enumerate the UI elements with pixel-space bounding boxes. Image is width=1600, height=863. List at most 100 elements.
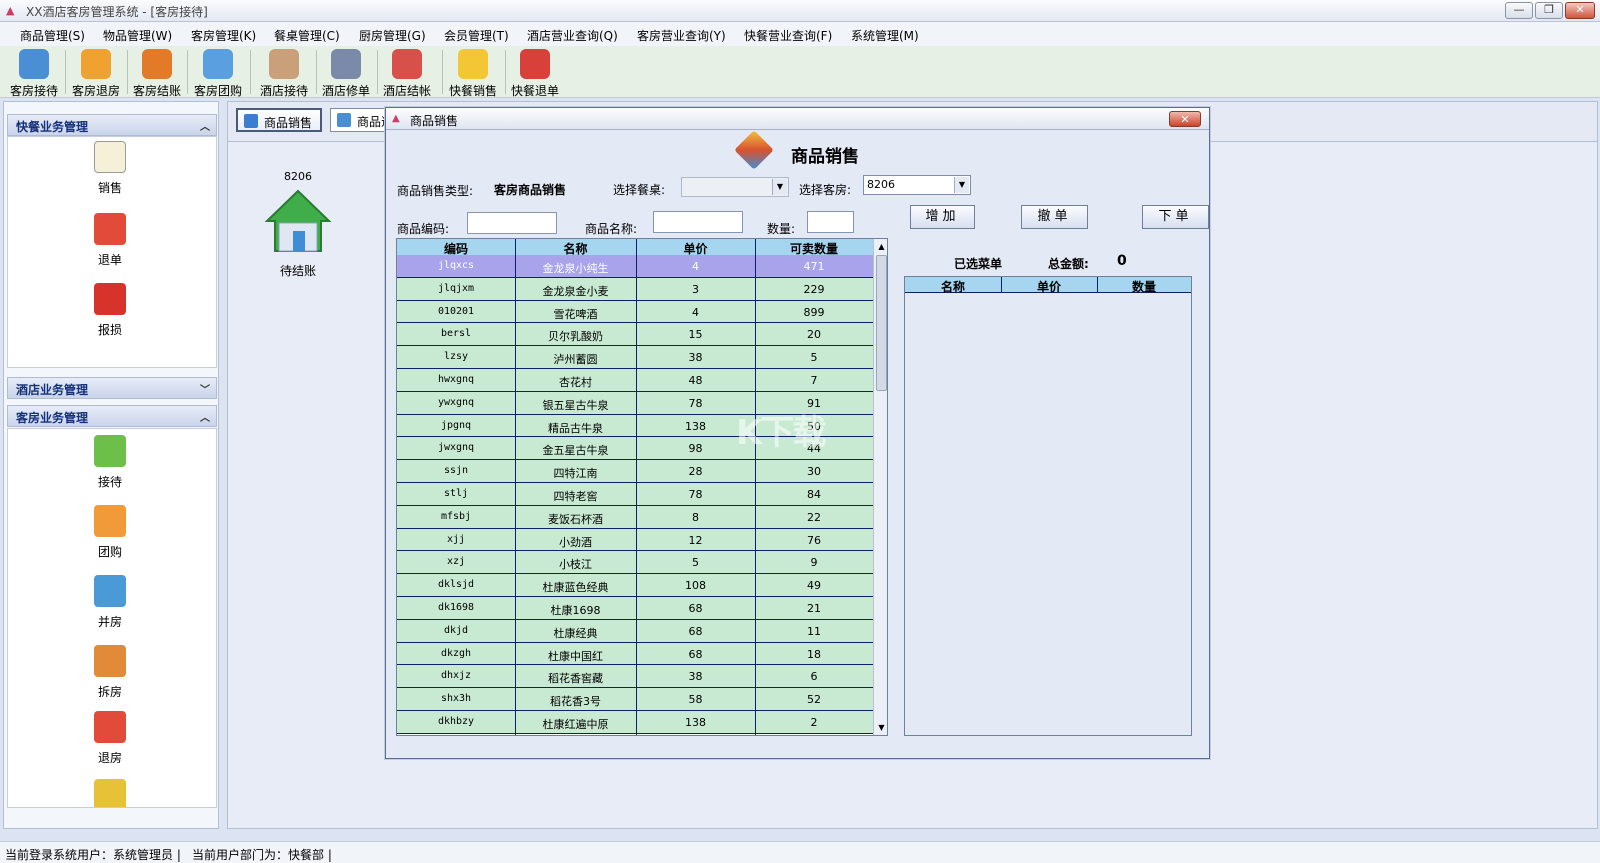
table-select[interactable]: ▼ <box>681 177 789 197</box>
menu-item-tables[interactable]: 餐桌管理(C) <box>274 27 340 44</box>
cell-name: 杏花村 <box>559 376 592 389</box>
table-row[interactable]: jlqjxm 金龙泉金小麦 3 229 <box>397 277 873 301</box>
table-row[interactable]: dklsjd 杜康蓝色经典 108 49 <box>397 574 873 597</box>
tab-goods-sale[interactable]: 商品销售 <box>236 108 323 132</box>
sidebar-item-checkin[interactable]: 接待 <box>70 435 150 490</box>
menu-item-room-query[interactable]: 客房营业查询(Y) <box>637 27 726 44</box>
sidebar-item-merge-room[interactable]: 并房 <box>70 575 150 630</box>
selected-table-header: 名称 单价 数量 <box>905 277 1191 295</box>
status-user: 当前登录系统用户：系统管理员 | <box>5 848 181 862</box>
room-tile[interactable]: 8206 待结账 <box>258 170 338 279</box>
cell-price: 48 <box>688 374 703 387</box>
table-row[interactable]: dk1698 杜康1698 68 21 <box>397 597 873 620</box>
menu-item-hotel-query[interactable]: 酒店营业查询(Q) <box>527 27 618 44</box>
minimize-button[interactable]: — <box>1505 2 1533 19</box>
menu-item-goods[interactable]: 商品管理(S) <box>20 27 85 44</box>
sidebar-item-loss[interactable]: 报损 <box>70 283 150 338</box>
add-button[interactable]: 增加 <box>910 205 975 229</box>
red-x-document-icon <box>94 711 126 743</box>
cell-name: 金龙泉小纯生 <box>542 262 609 275</box>
code-input[interactable] <box>467 212 557 234</box>
sidebar-item-split-room[interactable]: 拆房 <box>70 645 150 700</box>
cell-code: lzsy <box>443 351 469 363</box>
table-row[interactable]: ssjn 四特江南 28 30 <box>397 460 873 483</box>
app-icon: ▲ <box>6 4 15 17</box>
sidebar-item-checkout[interactable]: 退房 <box>70 711 150 766</box>
sidebar-item-sale[interactable]: 销售 <box>70 141 150 196</box>
room-select[interactable]: 8206 ▼ <box>863 175 971 195</box>
scroll-thumb[interactable] <box>876 255 887 391</box>
table-row[interactable]: bersl 贝尔乳酸奶 15 20 <box>397 323 873 347</box>
cell-name: 银五星古牛泉 <box>542 398 609 412</box>
toolbar-fastfood-return-button[interactable]: 快餐退单 <box>505 48 565 98</box>
table-row[interactable]: xzj 小枝江 5 9 <box>397 551 873 575</box>
restore-button[interactable]: ❐ <box>1535 2 1563 19</box>
sidebar-group-hotel[interactable]: 酒店业务管理 ﹀ <box>7 377 217 399</box>
cell-name: 四特江南 <box>553 467 598 481</box>
toolbar-room-checkout-button[interactable]: 客房退房 <box>66 48 126 98</box>
scroll-down-icon[interactable]: ▼ <box>875 721 887 734</box>
title-bar: ▲ XX酒店客房管理系统 - [客房接待] — ❐ ✕ <box>0 0 1600 22</box>
cell-available: 22 <box>807 510 821 524</box>
table-row[interactable]: 010201 雪花啤酒 4 899 <box>397 300 873 324</box>
sidebar-item-group-buy[interactable]: 团购 <box>70 505 150 560</box>
table-row[interactable]: stlj 四特老窖 78 84 <box>397 483 873 506</box>
menu-item-rooms[interactable]: 客房管理(K) <box>191 27 256 44</box>
table-row[interactable]: jlqxcs 金龙泉小纯生 4 471 <box>397 255 873 278</box>
menu-item-members[interactable]: 会员管理(T) <box>444 27 509 44</box>
dialog-close-button[interactable]: ✕ <box>1169 111 1201 127</box>
menu-item-system[interactable]: 系统管理(M) <box>851 27 919 44</box>
toolbar-room-group-button[interactable]: 客房团购 <box>188 48 248 98</box>
table-scrollbar[interactable]: ▲ ▼ <box>873 239 887 735</box>
cell-name: 小劲酒 <box>559 535 592 549</box>
toolbar-hotel-edit-button[interactable]: 酒店修单 <box>316 48 376 98</box>
cell-available: 30 <box>807 465 821 479</box>
toolbar-hotel-checkin-button[interactable]: 酒店接待 <box>254 48 314 98</box>
toolbar-hotel-settle-button[interactable]: 酒店结帐 <box>377 48 437 98</box>
table-row[interactable]: dkjd 杜康经典 68 11 <box>397 619 873 643</box>
sidebar-group-rooms[interactable]: 客房业务管理 ︿ <box>7 405 217 427</box>
cell-code: dk1698 <box>437 602 475 613</box>
table-row[interactable]: dkhbzy 杜康红遍中原 138 2 <box>397 711 873 734</box>
remove-button[interactable]: 撤单 <box>1021 205 1088 229</box>
toolbar-room-checkin-button[interactable]: 客房接待 <box>4 48 64 98</box>
cell-name: 杜康1698 <box>550 604 601 617</box>
cell-available: 84 <box>807 488 821 501</box>
toolbar-fastfood-sale-button[interactable]: 快餐销售 <box>443 48 503 98</box>
menu-item-kitchen[interactable]: 厨房管理(G) <box>359 27 426 44</box>
id-card-icon <box>269 49 299 79</box>
selected-column-price[interactable]: 单价 <box>1001 278 1097 295</box>
tab-return-icon <box>337 113 351 127</box>
cell-name: 稻花香3号 <box>550 695 601 709</box>
toolbar-room-settle-button[interactable]: 客房结账 <box>127 48 187 98</box>
dialog-header: 商品销售 <box>386 130 1209 172</box>
table-row[interactable]: lzsy 泸州蓄圆 38 5 <box>397 346 873 369</box>
qty-input[interactable] <box>807 211 854 233</box>
scroll-up-icon[interactable]: ▲ <box>875 240 887 253</box>
tools-icon <box>331 49 361 79</box>
sidebar-item-settle[interactable]: 结账 <box>70 779 150 807</box>
name-input[interactable] <box>653 211 743 233</box>
selected-column-name[interactable]: 名称 <box>905 278 1001 295</box>
house-icon <box>264 189 332 252</box>
table-row[interactable]: dhxjz 稻花香窖藏 38 6 <box>397 665 873 689</box>
table-row[interactable]: dkzgh 杜康中国红 68 18 <box>397 642 873 666</box>
cell-name: 雪花啤酒 <box>553 307 598 321</box>
table-row[interactable]: xjj 小劲酒 12 76 <box>397 528 873 552</box>
cell-code: jlqjxm <box>437 282 475 294</box>
cell-code: jwxgnq <box>437 442 475 454</box>
cell-code: jlqxcs <box>437 260 475 271</box>
close-button[interactable]: ✕ <box>1565 2 1595 19</box>
sidebar-item-return-order[interactable]: 退单 <box>70 213 150 268</box>
cell-price: 3 <box>692 282 699 296</box>
table-row[interactable]: shx3h 稻花香3号 58 52 <box>397 688 873 711</box>
sale-type-value: 客房商品销售 <box>494 183 567 197</box>
menu-item-items[interactable]: 物品管理(W) <box>103 27 172 44</box>
table-row[interactable]: mfsbj 麦饭石杯酒 8 22 <box>397 505 873 529</box>
sidebar-group-fastfood[interactable]: 快餐业务管理 ︿ <box>7 114 217 136</box>
cell-name: 金龙泉金小麦 <box>542 284 609 298</box>
table-row[interactable]: hwxgnq 杏花村 48 7 <box>397 369 873 392</box>
selected-column-qty[interactable]: 数量 <box>1097 278 1191 295</box>
order-button[interactable]: 下单 <box>1142 205 1209 229</box>
menu-item-fastfood-query[interactable]: 快餐营业查询(F) <box>744 27 832 44</box>
